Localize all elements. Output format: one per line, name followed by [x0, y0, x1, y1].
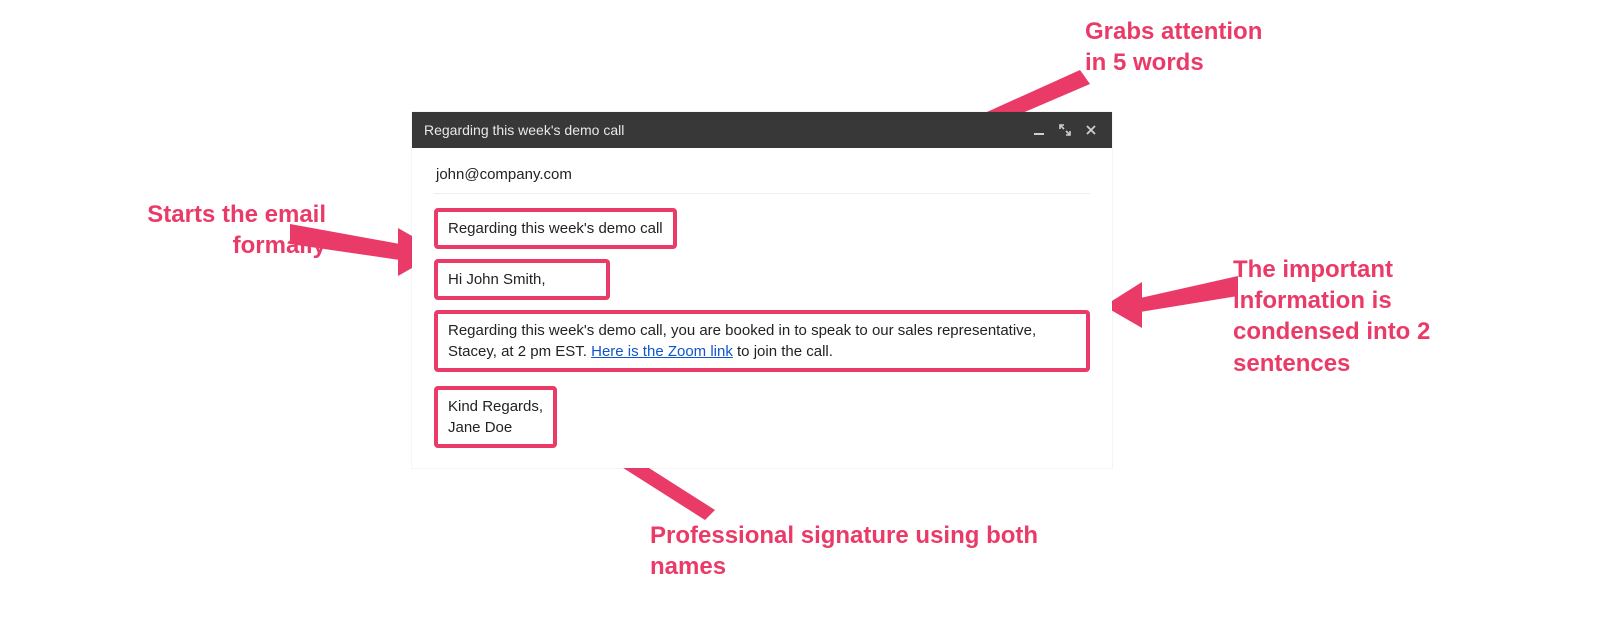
- compose-window-title: Regarding this week's demo call: [424, 122, 1022, 138]
- body-post: to join the call.: [733, 343, 833, 360]
- signoff-line2: Jane Doe: [448, 419, 512, 436]
- recipient-field[interactable]: john@company.com: [434, 158, 1090, 194]
- minimize-icon[interactable]: [1030, 121, 1048, 139]
- subject-text: Regarding this week's demo call: [448, 220, 663, 237]
- greeting-highlight: Hi John Smith,: [434, 259, 610, 300]
- close-icon[interactable]: [1082, 121, 1100, 139]
- callout-attention: Grabs attentionin 5 words: [1085, 16, 1262, 78]
- body-highlight: Regarding this week's demo call, you are…: [434, 310, 1090, 372]
- zoom-link[interactable]: Here is the Zoom link: [591, 343, 733, 360]
- compose-header: Regarding this week's demo call: [412, 112, 1112, 148]
- callout-condensed: The importantinformation iscondensed int…: [1233, 254, 1430, 379]
- signoff-line1: Kind Regards,: [448, 398, 543, 415]
- expand-icon[interactable]: [1056, 121, 1074, 139]
- callout-formal: Starts the emailformally: [66, 199, 326, 261]
- compose-body: john@company.com Regarding this week's d…: [412, 148, 1112, 468]
- diagram-stage: Grabs attentionin 5 words Starts the ema…: [0, 0, 1614, 626]
- email-compose-window: Regarding this week's demo call john@com…: [412, 112, 1112, 468]
- greeting-text: Hi John Smith,: [448, 271, 546, 288]
- subject-highlight[interactable]: Regarding this week's demo call: [434, 208, 677, 249]
- signature-highlight: Kind Regards, Jane Doe: [434, 386, 557, 448]
- arrow-condensed: [1110, 270, 1240, 350]
